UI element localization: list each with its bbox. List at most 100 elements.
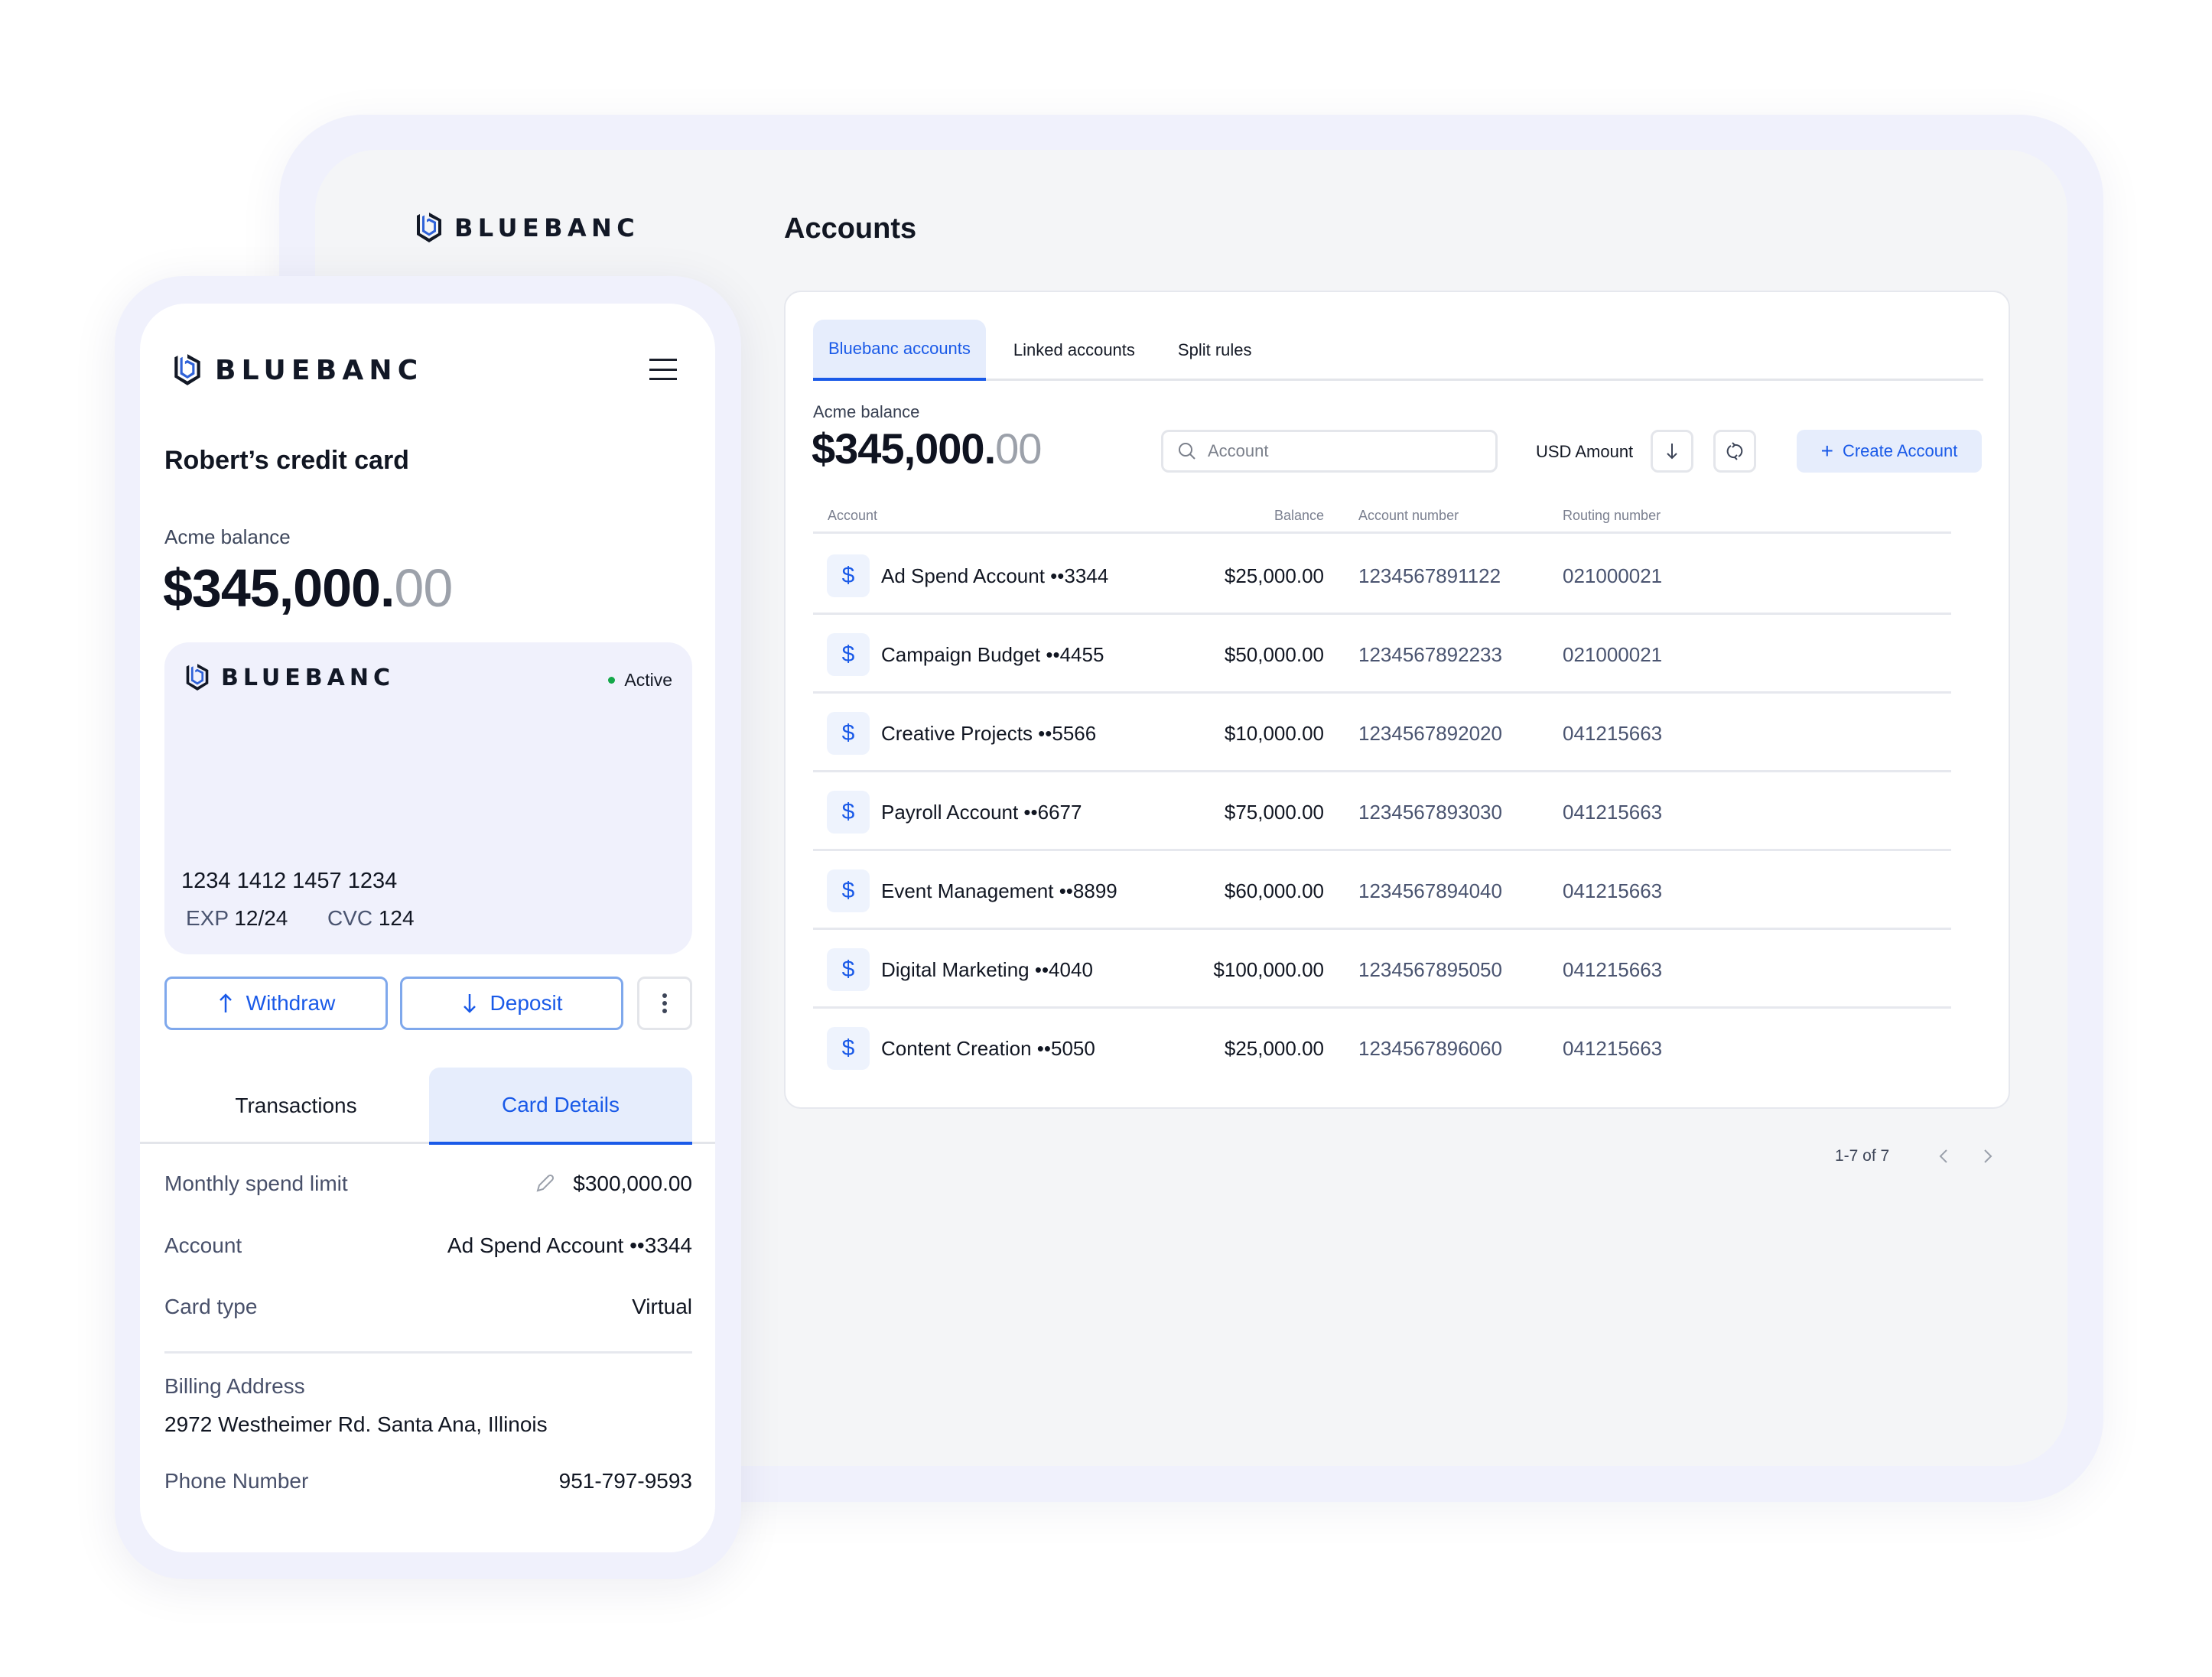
pagination-label: 1-7 of 7 (1835, 1147, 1890, 1165)
more-vertical-icon (662, 993, 667, 1013)
monthly-limit-label: Monthly spend limit (164, 1172, 348, 1195)
routing-number: 041215663 (1563, 801, 1663, 824)
tab-split-rules[interactable]: Split rules (1163, 320, 1267, 381)
deposit-button[interactable]: Deposit (400, 977, 623, 1030)
dollar-icon: $ (827, 554, 870, 597)
create-account-button[interactable]: + Create Account (1797, 430, 1982, 473)
table-row[interactable]: $ Digital Marketing ••4040 $100,000.00 1… (813, 930, 1951, 1009)
account-number: 1234567892233 (1358, 643, 1502, 666)
accounts-tabs: Bluebanc accounts Linked accounts Split … (813, 320, 1983, 381)
account-name: Campaign Budget ••4455 (881, 643, 1104, 666)
deposit-label: Deposit (490, 991, 563, 1015)
status-text: Active (624, 670, 672, 690)
mobile-logo[interactable]: BLUEBANC (172, 353, 423, 388)
menu-icon[interactable] (649, 359, 677, 380)
refresh-icon (1726, 442, 1743, 460)
credit-card[interactable]: BLUEBANC Active 1234 1412 1457 1234 EXP … (164, 642, 692, 954)
routing-number: 041215663 (1563, 958, 1663, 981)
account-number: 1234567893030 (1358, 801, 1502, 824)
balance-whole: $345,000. (812, 424, 996, 473)
divider (164, 1351, 692, 1354)
previous-page-button[interactable] (1932, 1145, 1955, 1168)
table-row[interactable]: $ Campaign Budget ••4455 $50,000.00 1234… (813, 615, 1951, 694)
account-balance: $60,000.00 (1224, 879, 1324, 902)
card-meta: EXP 12/24 CVC 124 (186, 906, 415, 931)
table-row[interactable]: $ Event Management ••8899 $60,000.00 123… (813, 851, 1951, 930)
dollar-icon: $ (827, 869, 870, 912)
sort-label: USD Amount (1536, 442, 1634, 461)
phone-label: Phone Number (164, 1469, 309, 1493)
account-number: 1234567891122 (1358, 564, 1501, 587)
billing-address-value: 2972 Westheimer Rd. Santa Ana, Illinois (164, 1412, 548, 1436)
table-row[interactable]: $ Content Creation ••5050 $25,000.00 123… (813, 1009, 1951, 1087)
routing-number: 021000021 (1563, 564, 1663, 587)
arrow-down-icon (463, 994, 476, 1013)
account-balance: $50,000.00 (1224, 643, 1324, 666)
balance-amount: $345,000.00 (812, 424, 1042, 473)
account-value: Ad Spend Account ••3344 (447, 1233, 692, 1257)
phone-row: Phone Number 951-797-9593 (164, 1469, 692, 1493)
dollar-icon: $ (827, 1027, 870, 1070)
account-name: Ad Spend Account ••3344 (881, 564, 1109, 587)
pencil-edit-icon[interactable] (533, 1172, 556, 1195)
account-name: Content Creation ••5050 (881, 1037, 1095, 1060)
dollar-icon: $ (827, 712, 870, 755)
table-row[interactable]: $ Payroll Account ••6677 $75,000.00 1234… (813, 772, 1951, 851)
mobile-screen: BLUEBANC Robert’s credit card Acme balan… (140, 304, 715, 1552)
search-input[interactable] (1208, 441, 1483, 461)
brand-name: BLUEBANC (454, 213, 640, 242)
withdraw-button[interactable]: Withdraw (164, 977, 388, 1030)
brand-name: BLUEBANC (221, 664, 395, 691)
balance-whole: $345,000. (163, 558, 395, 618)
bluebanc-logo-icon (174, 354, 200, 385)
account-search[interactable] (1161, 430, 1498, 473)
card-type-label: Card type (164, 1295, 258, 1318)
next-page-button[interactable] (1976, 1145, 1999, 1168)
column-header-routing-number[interactable]: Routing number (1563, 508, 1661, 524)
account-balance: $100,000.00 (1213, 958, 1324, 981)
account-name: Payroll Account ••6677 (881, 801, 1082, 824)
status-badge: Active (608, 670, 672, 691)
dollar-icon: $ (827, 948, 870, 991)
routing-number: 041215663 (1563, 1037, 1663, 1060)
exp-value: 12/24 (234, 906, 288, 930)
table-row[interactable]: $ Ad Spend Account ••3344 $25,000.00 123… (813, 536, 1951, 615)
chevron-right-icon (1984, 1149, 1992, 1163)
accounts-panel: Bluebanc accounts Linked accounts Split … (784, 291, 2010, 1109)
column-header-account[interactable]: Account (828, 508, 877, 524)
tab-transactions[interactable]: Transactions (164, 1068, 428, 1144)
cvc-label: CVC (327, 906, 373, 930)
column-header-balance[interactable]: Balance (1231, 508, 1324, 524)
routing-number: 041215663 (1563, 722, 1663, 745)
balance-cents: 00 (995, 424, 1042, 473)
card-title: Robert’s credit card (164, 446, 409, 475)
account-name: Event Management ••8899 (881, 879, 1117, 902)
account-number: 1234567892020 (1358, 722, 1502, 745)
sort-direction-button[interactable] (1651, 430, 1693, 473)
arrow-down-icon (1667, 444, 1677, 460)
tab-card-details[interactable]: Card Details (429, 1068, 692, 1145)
bluebanc-logo-icon (186, 664, 209, 691)
tab-linked-accounts[interactable]: Linked accounts (998, 320, 1150, 381)
card-logo: BLUEBANC (184, 662, 395, 693)
card-type-value: Virtual (632, 1295, 692, 1318)
chevron-left-icon (1939, 1149, 1947, 1163)
account-number: 1234567895050 (1358, 958, 1502, 981)
more-options-button[interactable] (637, 977, 692, 1030)
column-header-account-number[interactable]: Account number (1358, 508, 1459, 524)
cvc-value: 124 (378, 906, 415, 930)
account-name: Creative Projects ••5566 (881, 722, 1097, 745)
dollar-icon: $ (827, 633, 870, 676)
dollar-icon: $ (827, 791, 870, 834)
account-name: Digital Marketing ••4040 (881, 958, 1093, 981)
refresh-button[interactable] (1713, 430, 1756, 473)
balance-amount: $345,000.00 (163, 557, 453, 619)
routing-number: 041215663 (1563, 879, 1663, 902)
monthly-limit-row: Monthly spend limit $300,000.00 (164, 1172, 692, 1196)
tab-bluebanc-accounts[interactable]: Bluebanc accounts (813, 320, 986, 381)
account-balance: $75,000.00 (1224, 801, 1324, 824)
desktop-logo[interactable]: BLUEBANC (415, 211, 639, 245)
table-row[interactable]: $ Creative Projects ••5566 $10,000.00 12… (813, 694, 1951, 772)
routing-number: 021000021 (1563, 643, 1663, 666)
billing-address-label: Billing Address (164, 1374, 305, 1398)
